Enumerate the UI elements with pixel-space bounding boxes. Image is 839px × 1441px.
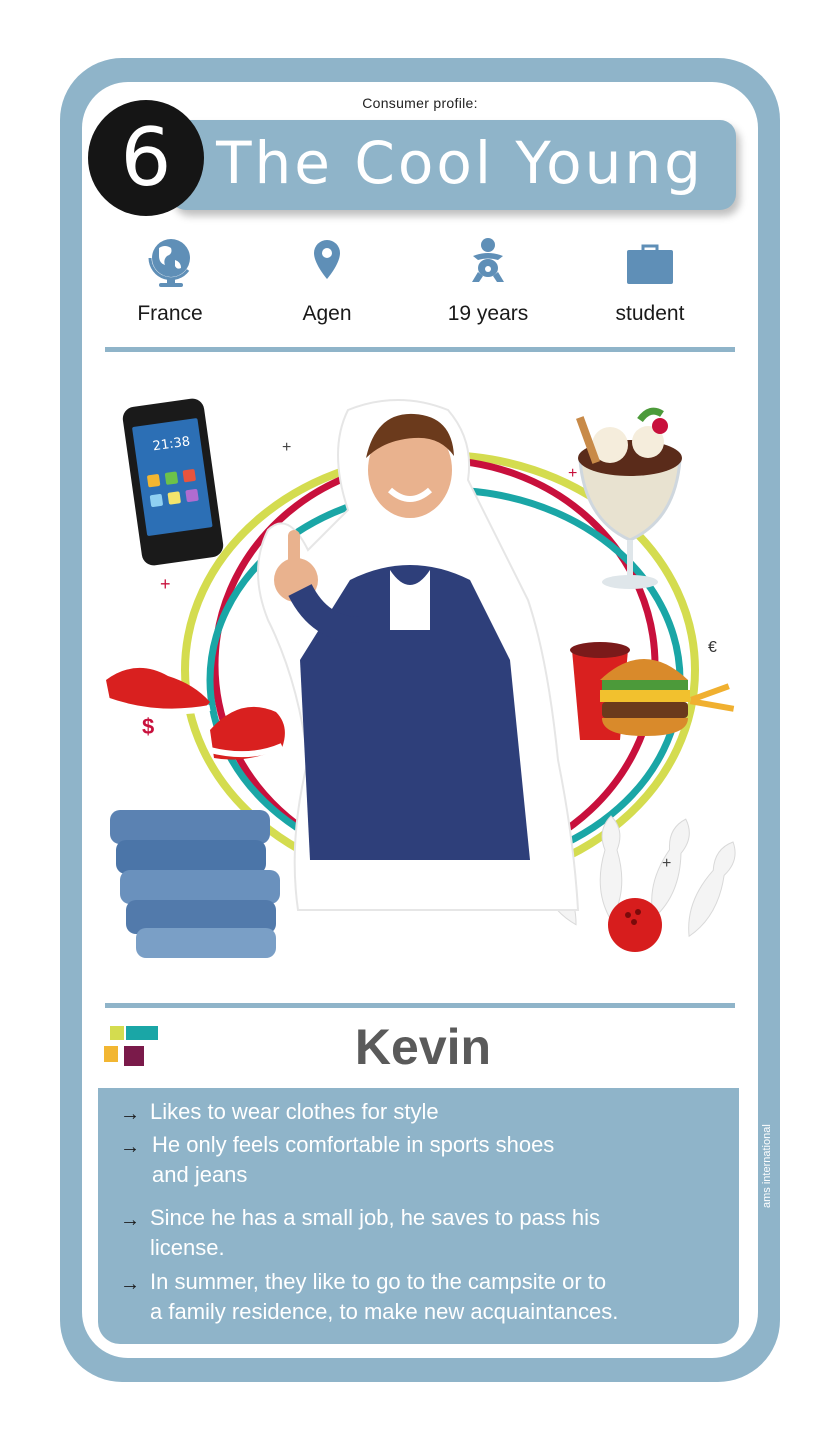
watermark: ams international (761, 1124, 773, 1208)
bullet-line: license. (150, 1235, 225, 1260)
bullet-line: He only feels comfortable in sports shoe… (152, 1132, 555, 1157)
arrow-icon: → (120, 1209, 140, 1231)
arrow-icon: → (120, 1273, 140, 1295)
card-title: The Cool Young (216, 129, 704, 197)
cross-symbol: + (662, 855, 671, 872)
info-city: Agen (257, 236, 397, 326)
divider-top (105, 347, 735, 352)
cross-symbol: + (568, 465, 577, 482)
bullet-line: a family residence, to make new acquaint… (150, 1299, 619, 1324)
smartphone-image: 21:38 (122, 398, 224, 566)
info-label: 19 years (447, 302, 529, 325)
briefcase-icon (627, 244, 673, 284)
profile-label: Consumer profile: (362, 95, 478, 111)
info-age: 19 years (418, 236, 558, 326)
sundae-image (576, 407, 682, 589)
info-label: Agen (302, 302, 352, 325)
info-occupation: student (580, 236, 720, 326)
divider-bottom (105, 1003, 735, 1008)
arrow-icon: → (120, 1103, 140, 1125)
euro-symbol: € (708, 639, 717, 656)
bullet-line: Likes to wear clothes for style (150, 1099, 439, 1124)
bullet-line: and jeans (152, 1162, 248, 1187)
cross-symbol: + (160, 574, 171, 594)
bullet-line: In summer, they like to go to the campsi… (150, 1269, 607, 1294)
watermark-text: ams international (761, 1124, 773, 1208)
info-country: France (100, 236, 240, 326)
lifestyle-illustration: 21:38 + + + + € $ (104, 398, 736, 958)
bullet-line: Since he has a small job, he saves to pa… (150, 1205, 601, 1230)
arrow-icon: → (120, 1136, 140, 1158)
info-label: student (615, 302, 685, 325)
dollar-symbol: $ (142, 714, 154, 739)
info-label: France (137, 302, 203, 325)
jeans-image (110, 810, 280, 958)
person-name: Kevin (354, 1019, 492, 1075)
cross-symbol: + (282, 439, 291, 456)
card-number: 6 (120, 111, 172, 204)
sneakers-image (104, 667, 285, 760)
color-squares-logo (104, 1026, 158, 1066)
location-pin-icon (314, 240, 340, 279)
baby-icon (472, 238, 504, 282)
globe-icon (148, 239, 190, 287)
